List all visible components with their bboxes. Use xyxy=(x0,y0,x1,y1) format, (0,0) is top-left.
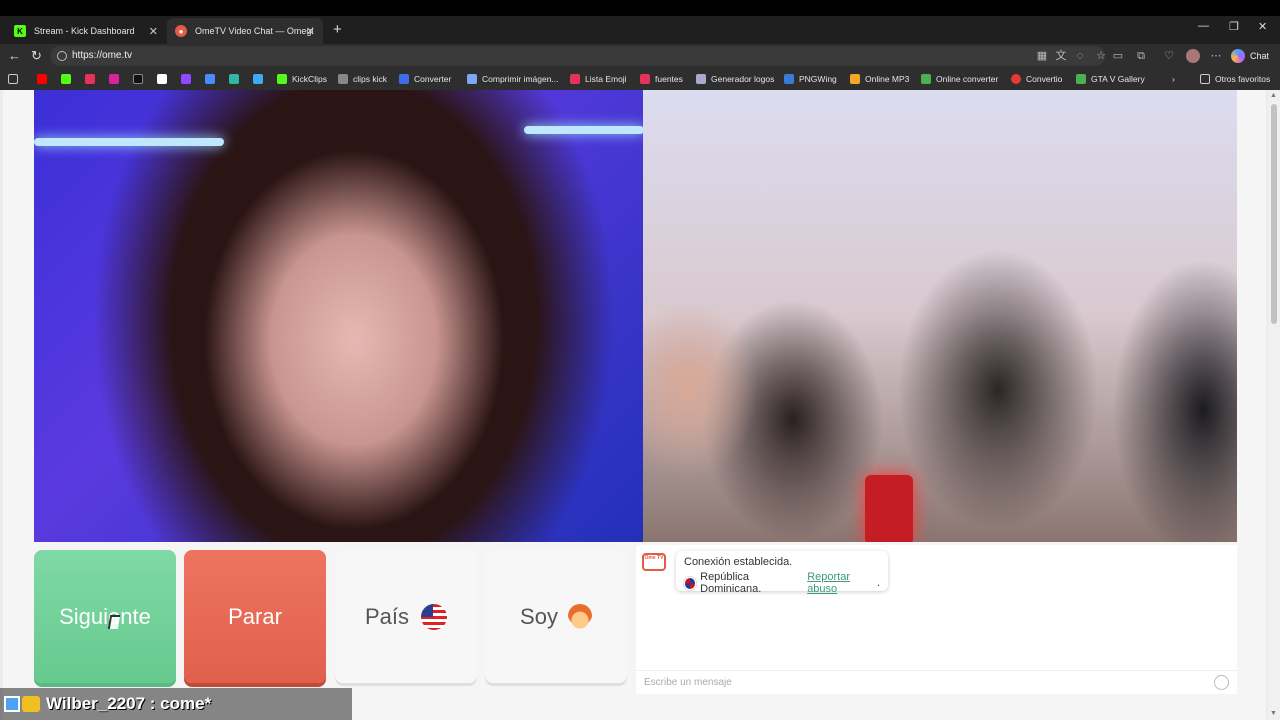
country-label: País xyxy=(364,603,410,629)
instagram-bookmark[interactable] xyxy=(109,72,124,86)
image-icon xyxy=(4,696,20,712)
kick-bookmark[interactable] xyxy=(61,72,76,86)
partner-country: República Dominicana. xyxy=(700,571,762,595)
copilot-icon xyxy=(1231,49,1245,63)
scroll-down-icon[interactable]: ▼ xyxy=(1270,710,1277,717)
reader-icon[interactable]: ◌ xyxy=(1073,49,1087,63)
media-icon[interactable]: ▭ xyxy=(1111,49,1125,63)
remote-video xyxy=(643,90,1237,542)
bookmark-icon-8[interactable] xyxy=(205,72,220,86)
gender-label: Soy xyxy=(520,603,558,629)
red-glowing-cup xyxy=(865,475,913,542)
bookmarks-bar: KickClips clips kick Converter Comprimir… xyxy=(0,68,1280,90)
scroll-up-icon[interactable]: ▲ xyxy=(1270,92,1277,99)
bookmark-icon-9[interactable] xyxy=(229,72,244,86)
apps-icon[interactable]: ▦ xyxy=(1035,49,1049,63)
back-icon[interactable]: ← xyxy=(8,48,21,63)
emoji-smile-icon[interactable] xyxy=(1214,675,1229,690)
bookmark-clips-kick[interactable]: clips kick xyxy=(338,72,387,86)
window-close-button[interactable]: ✕ xyxy=(1258,20,1267,33)
bookmark-pngwing[interactable]: PNGWing xyxy=(784,72,837,86)
new-tab-button[interactable]: + xyxy=(333,21,342,38)
gender-button[interactable]: Soy xyxy=(485,550,627,683)
dominican-flag-icon xyxy=(684,576,697,590)
site-info-icon[interactable] xyxy=(57,51,67,61)
favorite-star-icon[interactable]: ☆ xyxy=(1094,49,1108,63)
page-scrollbar[interactable]: ▲ ▼ xyxy=(1268,90,1280,720)
browser-essentials-icon[interactable]: ♡ xyxy=(1162,49,1176,63)
profile-avatar[interactable] xyxy=(1186,49,1200,63)
bookmark-online-mp3[interactable]: Online MP3 xyxy=(850,72,909,86)
message-placeholder: Escribe un mensaje xyxy=(644,677,732,688)
bookmark-icon-10[interactable] xyxy=(253,72,268,86)
bookmark-fuentes[interactable]: fuentes xyxy=(640,72,683,86)
address-bar-row: ← ↻ https://ome.tv ▦ 文 ◌ ☆ ▭ ⧉ ♡ ⋯ Chat xyxy=(0,44,1280,68)
country-button[interactable]: País xyxy=(335,550,477,683)
next-button[interactable]: Siguiente xyxy=(34,550,176,683)
scrollbar-thumb[interactable] xyxy=(1271,104,1277,324)
tiktok-bookmark[interactable] xyxy=(133,72,148,86)
minimize-button[interactable]: — xyxy=(1198,20,1209,32)
chevron-right-icon[interactable]: › xyxy=(1172,72,1175,86)
ometv-logo: Ome TV xyxy=(642,553,666,571)
bookmark-comprimir[interactable]: Comprimir imágen... xyxy=(467,72,559,86)
bookmark-converter[interactable]: Converter xyxy=(399,72,451,86)
next-label: Siguiente xyxy=(59,603,151,629)
stop-label: Parar xyxy=(228,603,282,629)
streamlabs-bookmark[interactable] xyxy=(85,72,100,86)
tab-label: OmeTV Video Chat — Omegl xyxy=(195,26,314,36)
close-icon[interactable]: ✕ xyxy=(149,25,158,38)
stop-button[interactable]: Parar xyxy=(184,550,326,683)
background-light xyxy=(524,126,643,134)
tab-label: Stream - Kick Dashboard xyxy=(34,26,135,36)
report-abuse-link[interactable]: Reportar abuso xyxy=(807,571,877,595)
more-menu-icon[interactable]: ⋯ xyxy=(1209,49,1223,63)
copilot-chat-button[interactable]: Chat xyxy=(1231,47,1269,65)
page-viewport: Siguiente Parar País Soy Ome TV Conexión… xyxy=(0,90,1280,720)
system-message: Conexión establecida. República Dominica… xyxy=(676,551,888,595)
bookmark-icon-6[interactable] xyxy=(157,72,172,86)
local-video xyxy=(34,90,643,542)
twitch-bookmark[interactable] xyxy=(181,72,196,86)
sidebar-toggle-icon[interactable] xyxy=(8,72,23,86)
bookmark-generador-logos[interactable]: Generador logos xyxy=(696,72,774,86)
message-input[interactable]: Escribe un mensaje xyxy=(636,670,1237,694)
bookmark-online-converter[interactable]: Online converter xyxy=(921,72,998,86)
close-icon[interactable]: ✕ xyxy=(306,25,315,38)
reload-icon[interactable]: ↻ xyxy=(31,48,42,64)
badge-icon xyxy=(22,696,40,712)
chat-button-label: Chat xyxy=(1250,51,1270,61)
bookmark-lista-emoji[interactable]: Lista Emoji xyxy=(570,72,627,86)
other-bookmarks[interactable]: Otros favoritos xyxy=(1200,72,1270,86)
bookmark-kickclips[interactable]: KickClips xyxy=(277,72,327,86)
restore-button[interactable]: ❐ xyxy=(1229,20,1239,33)
url-text: https://ome.tv xyxy=(72,50,133,61)
tab-strip: K Stream - Kick Dashboard ✕ ● OmeTV Vide… xyxy=(0,16,1280,44)
connection-status: Conexión establecida. xyxy=(684,556,793,568)
extensions-icon[interactable]: ⧉ xyxy=(1134,49,1148,63)
bookmark-convertio[interactable]: Convertio xyxy=(1011,72,1062,86)
boy-emoji-icon xyxy=(567,603,592,630)
url-input[interactable]: https://ome.tv xyxy=(50,46,1105,66)
bookmark-gta-v-gallery[interactable]: GTA V Gallery xyxy=(1076,72,1145,86)
overlay-message: Wilber_2207 : come* xyxy=(46,694,212,713)
tab-kick-dashboard[interactable]: K Stream - Kick Dashboard ✕ xyxy=(6,18,166,44)
youtube-bookmark[interactable] xyxy=(37,72,52,86)
background-light xyxy=(34,138,224,146)
kick-icon: K xyxy=(14,25,26,37)
ometv-icon: ● xyxy=(175,25,187,37)
us-flag-icon xyxy=(421,603,448,630)
stream-chat-overlay: Wilber_2207 : come* xyxy=(0,688,352,720)
os-top-bar xyxy=(0,0,1280,16)
translate-icon[interactable]: 文 xyxy=(1054,49,1068,63)
tab-ometv[interactable]: ● OmeTV Video Chat — Omegl ✕ xyxy=(167,18,323,44)
